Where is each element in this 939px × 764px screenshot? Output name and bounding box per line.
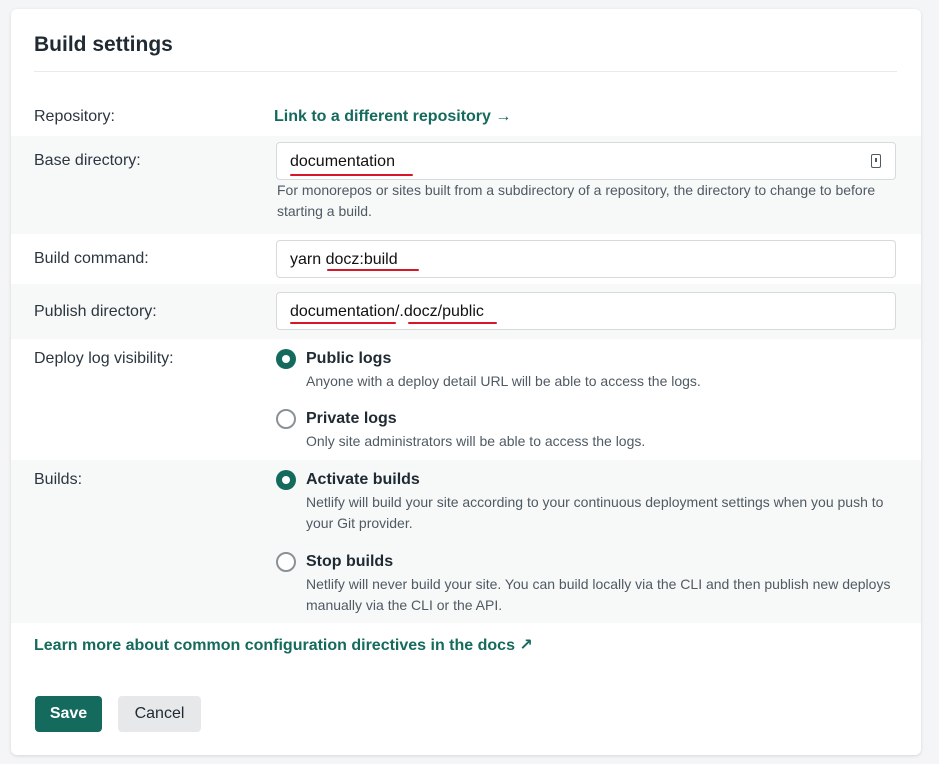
annotation-underline <box>327 269 419 271</box>
private-logs-radio[interactable] <box>276 409 296 429</box>
base-directory-help: For monorepos or sites built from a subd… <box>277 182 876 219</box>
public-logs-desc: Anyone with a deploy detail URL will be … <box>306 373 701 389</box>
annotation-underline <box>290 174 413 176</box>
public-logs-title: Public logs <box>306 350 392 367</box>
save-button[interactable]: Save <box>35 696 102 732</box>
page-title: Build settings <box>34 33 173 56</box>
change-repository-link[interactable]: Link to a different repository → <box>274 108 511 126</box>
annotation-underline <box>408 322 497 324</box>
activate-builds-title: Activate builds <box>306 471 420 488</box>
activate-builds-radio[interactable] <box>276 470 296 490</box>
lock-icon[interactable] <box>871 154 881 168</box>
publish-directory-label: Publish directory: <box>34 303 157 320</box>
build-command-label: Build command: <box>34 250 149 267</box>
builds-row: Builds: Activate builds Netlify will bui… <box>11 460 921 623</box>
title-divider <box>34 71 897 72</box>
stop-builds-desc: Netlify will never build your site. You … <box>306 576 891 613</box>
publish-directory-value: documentation/.docz/public <box>290 303 484 320</box>
repository-label: Repository: <box>34 108 115 125</box>
private-logs-title: Private logs <box>306 410 397 427</box>
build-command-input[interactable]: yarn docz:build <box>276 240 896 278</box>
private-logs-desc: Only site administrators will be able to… <box>306 433 646 449</box>
base-directory-label: Base directory: <box>34 152 141 169</box>
builds-label: Builds: <box>34 471 83 488</box>
base-directory-value: documentation <box>290 153 395 170</box>
build-settings-card: Build settings Repository: Link to a dif… <box>11 9 921 755</box>
base-directory-row: Base directory: documentation For monore… <box>11 136 921 234</box>
cancel-button[interactable]: Cancel <box>118 696 201 732</box>
annotation-underline <box>290 322 396 324</box>
docs-link[interactable]: Learn more about common configuration di… <box>34 635 533 655</box>
stop-builds-radio[interactable] <box>276 552 296 572</box>
stop-builds-title: Stop builds <box>306 553 394 570</box>
publish-directory-input[interactable]: documentation/.docz/public <box>276 292 896 330</box>
activate-builds-desc: Netlify will build your site according t… <box>306 494 884 531</box>
publish-directory-row: Publish directory: documentation/.docz/p… <box>11 284 921 339</box>
deploy-log-visibility-label: Deploy log visibility: <box>34 350 174 367</box>
build-command-value: yarn docz:build <box>290 251 398 268</box>
public-logs-radio[interactable] <box>276 349 296 369</box>
